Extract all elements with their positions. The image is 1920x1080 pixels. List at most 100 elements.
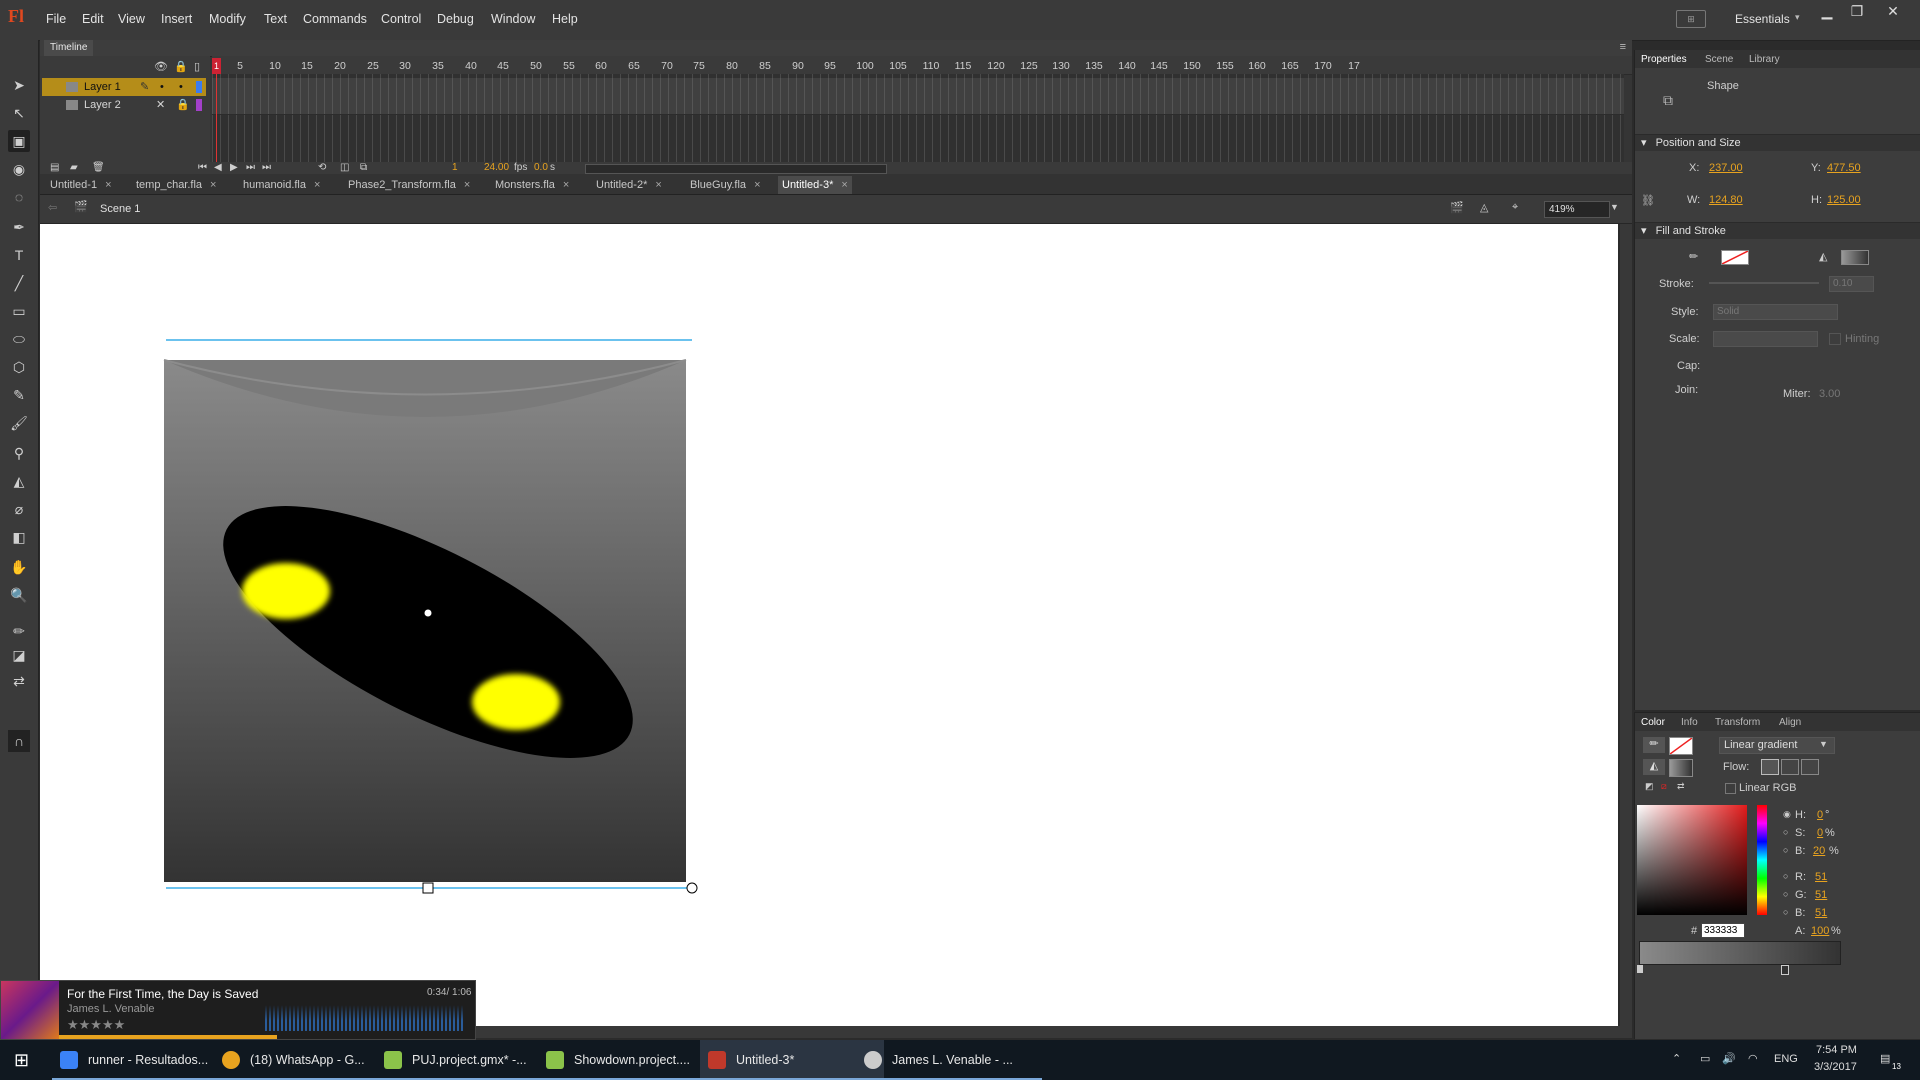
tab-color[interactable]: Color (1641, 717, 1665, 728)
gradient-stop-right[interactable] (1781, 965, 1789, 975)
tab-info[interactable]: Info (1681, 717, 1698, 728)
rectangle-tool-icon[interactable]: ▭ (8, 300, 30, 322)
frames-grid[interactable] (212, 74, 1624, 162)
frame-ruler[interactable]: 1 5 10 15 20 25 30 35 40 45 50 55 60 65 … (212, 56, 1632, 75)
doc-tab[interactable]: Monsters.fla × (491, 176, 573, 194)
lock-icon[interactable]: 🔒 (174, 60, 188, 73)
stage-vscrollbar[interactable] (1620, 224, 1632, 1026)
panel-menu-icon[interactable]: ≡ (1620, 41, 1626, 53)
text-tool-icon[interactable]: T (8, 244, 30, 266)
fill-stroke-header[interactable]: ▾ Fill and Stroke (1635, 222, 1920, 239)
linear-rgb-checkbox[interactable] (1725, 783, 1736, 794)
now-playing-popup[interactable]: For the First Time, the Day is Saved Jam… (0, 980, 476, 1040)
fill-type-dropdown[interactable]: Linear gradient (1719, 737, 1835, 754)
language-indicator[interactable]: ENG (1774, 1053, 1798, 1065)
fill-color-swatch[interactable] (1841, 250, 1869, 265)
gradient-preview-bar[interactable] (1639, 941, 1841, 965)
elapsed-time-value[interactable]: 0.0 (534, 162, 548, 173)
rating-stars[interactable]: ★★★★★ (67, 1017, 125, 1033)
clock-date[interactable]: 3/3/2017 (1814, 1061, 1857, 1073)
new-folder-icon[interactable]: ▰ (70, 162, 78, 173)
flow-reflect-button[interactable] (1781, 759, 1799, 775)
zoom-dropdown-icon[interactable]: ▼ (1610, 202, 1619, 212)
minimize-button[interactable]: ▁ (1814, 2, 1840, 20)
windows-start-icon[interactable]: ⊞ (14, 1050, 29, 1071)
doc-tab[interactable]: humanoid.fla × (239, 176, 324, 194)
line-tool-icon[interactable]: ╱ (8, 272, 30, 294)
scene-label[interactable]: Scene 1 (100, 203, 140, 215)
outline-icon[interactable]: ▯ (194, 60, 200, 73)
frame-row-layer-1[interactable] (212, 78, 1624, 97)
notifications-icon[interactable]: ▤ (1880, 1052, 1890, 1065)
tab-align[interactable]: Align (1779, 717, 1801, 728)
fps-value[interactable]: 24.00 (484, 162, 509, 173)
r-value[interactable]: 51 (1815, 871, 1827, 883)
stroke-swatch[interactable] (1669, 737, 1693, 755)
workspace-dropdown[interactable]: Essentials (1735, 12, 1790, 26)
stroke-color-icon[interactable]: ✏ (8, 620, 30, 642)
s-value[interactable]: 0 (1817, 827, 1823, 839)
go-first-frame-icon[interactable]: ⏮ (198, 162, 207, 173)
stage[interactable] (40, 224, 1618, 1026)
close-tab-icon[interactable]: × (464, 179, 470, 191)
track-progress-bar[interactable] (59, 1035, 278, 1039)
stroke-value[interactable]: 0.10 (1829, 276, 1874, 292)
zoom-tool-icon[interactable]: 🔍 (8, 584, 30, 606)
scale-dropdown[interactable] (1713, 331, 1818, 347)
timeline-hscrollbar[interactable] (585, 164, 887, 174)
layer-row-1[interactable]: Layer 1 ✎ • • (42, 78, 206, 96)
g-value[interactable]: 51 (1815, 889, 1827, 901)
flow-extend-button[interactable] (1761, 759, 1779, 775)
doc-tab[interactable]: temp_char.fla × (132, 176, 220, 194)
tab-timeline[interactable]: Timeline (44, 40, 94, 56)
frame-row-layer-2[interactable] (212, 96, 1624, 115)
clock-time[interactable]: 7:54 PM (1816, 1044, 1857, 1056)
close-tab-icon[interactable]: × (105, 179, 111, 191)
position-size-header[interactable]: ▾ Position and Size (1635, 134, 1920, 151)
doc-tab[interactable]: Untitled-2* × (592, 176, 666, 194)
free-transform-tool-icon[interactable]: ▣ (8, 130, 30, 152)
3d-rotation-tool-icon[interactable]: ◉ (8, 158, 30, 180)
onion-skin-icon[interactable]: ◫ (340, 162, 349, 173)
back-arrow-icon[interactable]: ⇦ (48, 201, 57, 214)
x-value[interactable]: 237.00 (1709, 162, 1743, 174)
doc-tab[interactable]: BlueGuy.fla × (686, 176, 765, 194)
flow-repeat-button[interactable] (1801, 759, 1819, 775)
subselection-tool-icon[interactable]: ↖ (8, 102, 30, 124)
network-icon[interactable]: ▭ (1700, 1052, 1710, 1065)
layer-row-2[interactable]: Layer 2 ✕ 🔒 (42, 96, 206, 114)
menu-view[interactable]: View (118, 12, 145, 26)
close-tab-icon[interactable]: × (314, 179, 320, 191)
hue-slider[interactable] (1757, 805, 1767, 915)
playhead[interactable]: 1 (212, 58, 221, 162)
step-back-icon[interactable]: ◀ (214, 162, 222, 173)
restore-button[interactable]: ❐ (1844, 2, 1870, 20)
polystar-tool-icon[interactable]: ⬡ (8, 356, 30, 378)
volume-icon[interactable]: 🔊 (1722, 1052, 1736, 1065)
stroke-slider[interactable] (1709, 282, 1819, 284)
menu-debug[interactable]: Debug (437, 12, 474, 26)
menu-text[interactable]: Text (264, 12, 287, 26)
menu-control[interactable]: Control (381, 12, 421, 26)
play-icon[interactable]: ▶ (230, 162, 238, 173)
blue-value[interactable]: 51 (1815, 907, 1827, 919)
style-dropdown[interactable]: Solid (1713, 304, 1838, 320)
stroke-tool-icon[interactable]: ✏ (1643, 737, 1665, 753)
close-tab-icon[interactable]: × (655, 179, 661, 191)
h-value[interactable]: 0 (1817, 809, 1823, 821)
brush-tool-icon[interactable]: 🖌 (8, 412, 30, 434)
gradient-stop-left[interactable] (1637, 965, 1643, 973)
selection-tool-icon[interactable]: ➤ (8, 74, 30, 96)
y-value[interactable]: 477.50 (1827, 162, 1861, 174)
no-color-icon[interactable]: ⧄ (1661, 781, 1667, 792)
paint-bucket-tool-icon[interactable]: ◭ (8, 470, 30, 492)
close-tab-icon[interactable]: × (563, 179, 569, 191)
new-layer-icon[interactable]: ▤ (50, 162, 59, 173)
stage-canvas[interactable] (40, 224, 1618, 1026)
eyedropper-tool-icon[interactable]: ⌀ (8, 498, 30, 520)
zoom-input[interactable]: 419% (1544, 201, 1610, 218)
doc-tab[interactable]: Untitled-1 × (46, 176, 116, 194)
loop-icon[interactable]: ⟲ (318, 162, 326, 173)
locked-icon[interactable]: 🔒 (176, 96, 190, 114)
tab-transform[interactable]: Transform (1715, 717, 1760, 728)
